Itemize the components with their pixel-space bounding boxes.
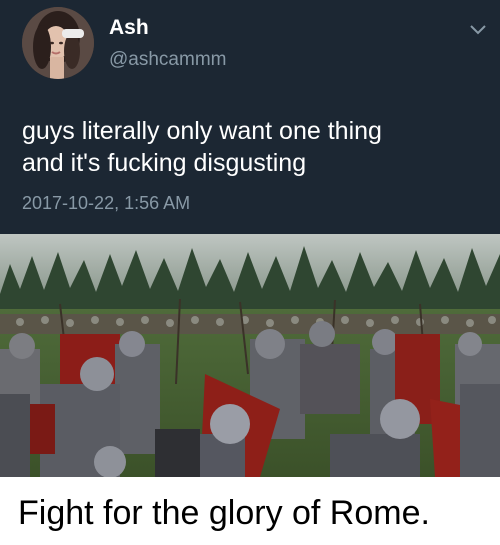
display-name[interactable]: Ash	[109, 16, 149, 40]
user-handle[interactable]: @ashcammm	[109, 49, 226, 71]
tweet-card: Ash @ashcammm guys literally only want o…	[0, 0, 500, 234]
tweet-text: guys literally only want one thing and i…	[22, 115, 482, 179]
avatar[interactable]	[22, 7, 94, 79]
tweet-text-line: guys literally only want one thing	[22, 117, 382, 145]
caption-text: Fight for the glory of Rome.	[18, 494, 430, 532]
tweet-text-line: and it's fucking disgusting	[22, 149, 307, 177]
tweet-timestamp[interactable]: 2017-10-22, 1:56 AM	[22, 193, 190, 214]
battle-image	[0, 234, 500, 477]
chevron-down-icon[interactable]	[470, 22, 486, 35]
